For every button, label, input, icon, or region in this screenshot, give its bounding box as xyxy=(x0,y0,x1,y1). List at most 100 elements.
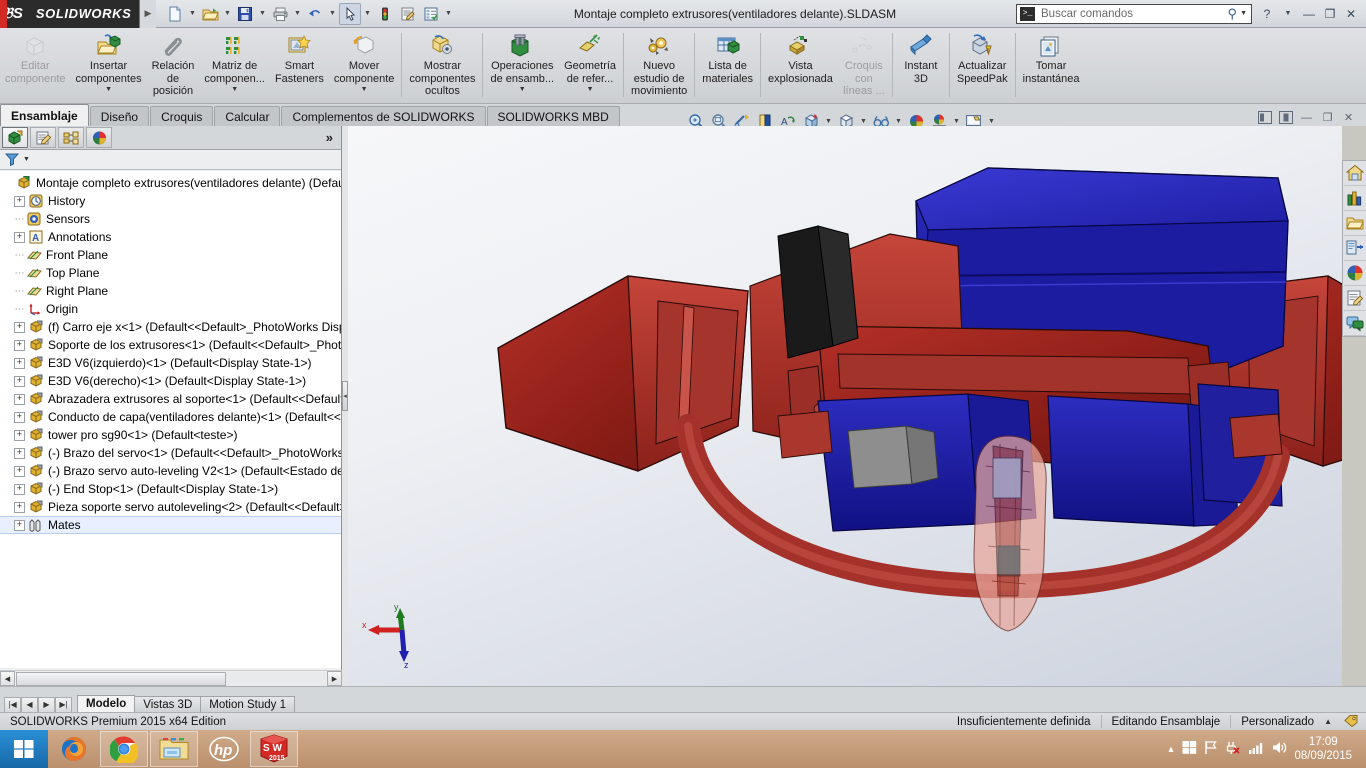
status-units-caret-icon[interactable]: ▲ xyxy=(1324,717,1344,726)
ribbon-button-exploded-view[interactable]: Vista explosionada xyxy=(763,28,838,104)
search-caret-icon[interactable]: ▼ xyxy=(1240,10,1247,17)
tile-left-icon[interactable] xyxy=(1257,110,1272,125)
part-cooling-fan[interactable] xyxy=(777,225,859,359)
rebuild-button[interactable] xyxy=(374,3,396,25)
feature-manager-expand-chevron[interactable]: » xyxy=(326,130,333,145)
command-tab-solidworks-mbd[interactable]: SOLIDWORKS MBD xyxy=(486,106,620,126)
tree-expand-icon[interactable]: + xyxy=(14,519,25,531)
document-minimize-icon[interactable]: — xyxy=(1299,110,1314,125)
ribbon-button-new-motion-study[interactable]: Nuevo estudio de movimiento xyxy=(626,28,692,104)
select-tool-button[interactable] xyxy=(339,2,361,25)
print-document-caret-icon[interactable]: ▼ xyxy=(292,3,303,25)
feature-tree-item[interactable]: + Pieza soporte servo autoleveling<2> (De… xyxy=(0,498,341,516)
part-autoleveling-probe[interactable] xyxy=(973,435,1047,632)
windows-start-icon[interactable] xyxy=(0,730,48,768)
new-document-button[interactable] xyxy=(164,3,186,25)
feature-tree-item[interactable]: + (f) Carro eje x<1> (Default<<Default>_P… xyxy=(0,318,341,336)
save-document-caret-icon[interactable]: ▼ xyxy=(257,3,268,25)
design-library-home-icon[interactable] xyxy=(1343,161,1366,186)
tree-expand-icon[interactable]: + xyxy=(14,393,25,405)
feature-tree-item[interactable]: + Mates xyxy=(0,516,341,534)
menu-expand-arrow-icon[interactable]: ▶ xyxy=(140,0,156,28)
tree-expand-icon[interactable]: + xyxy=(14,357,25,369)
print-document-button[interactable] xyxy=(269,3,291,25)
feature-tree-item[interactable]: + E3D V6(derecho)<1> (Default<Display Sta… xyxy=(0,372,341,390)
tree-expand-icon[interactable]: + xyxy=(14,321,25,333)
feature-tree-item[interactable]: + E3D V6(izquierdo)<1> (Default<Display S… xyxy=(0,354,341,372)
custom-properties-icon[interactable] xyxy=(1343,286,1366,311)
feature-tree-item[interactable]: + Abrazadera extrusores al soporte<1> (De… xyxy=(0,390,341,408)
ribbon-button-mate-paperclip[interactable]: Relación de posición xyxy=(147,28,200,104)
options-caret-icon[interactable]: ▼ xyxy=(443,3,454,25)
tree-expand-icon[interactable]: + xyxy=(14,339,25,351)
open-document-caret-icon[interactable]: ▼ xyxy=(222,3,233,25)
ribbon-button-move-component[interactable]: Mover componente ▼ xyxy=(329,28,400,104)
scroll-right-arrow-icon[interactable]: ▶ xyxy=(327,671,342,686)
ribbon-button-dropdown-caret-icon[interactable]: ▼ xyxy=(587,86,594,94)
solidworks-logo[interactable]: 𝔅S SOLIDWORKS xyxy=(0,0,140,28)
new-document-caret-icon[interactable]: ▼ xyxy=(187,3,198,25)
feature-tree-item[interactable]: + tower pro sg90<1> (Default<teste>) xyxy=(0,426,341,444)
part-servo-grey[interactable] xyxy=(847,425,939,489)
ribbon-button-instant3d[interactable]: Instant 3D xyxy=(895,28,947,104)
feature-tree-item[interactable]: + (-) Brazo servo auto-leveling V2<1> (De… xyxy=(0,462,341,480)
ribbon-button-update-speedpak[interactable]: ! Actualizar SpeedPak xyxy=(952,28,1013,104)
solidworks-forum-icon[interactable] xyxy=(1343,311,1366,336)
feature-tree-item[interactable]: ⋯ Sensors xyxy=(0,210,341,228)
feature-tree-item[interactable]: + A Annotations xyxy=(0,228,341,246)
command-tab-complementos-de-solidworks[interactable]: Complementos de SOLIDWORKS xyxy=(281,106,486,126)
command-tab-calcular[interactable]: Calcular xyxy=(214,106,281,126)
feature-tree-item[interactable]: + Conducto de capa(ventiladores delante)<… xyxy=(0,408,341,426)
file-explorer-icon[interactable] xyxy=(1343,211,1366,236)
ribbon-button-take-snapshot[interactable]: Tomar instantánea xyxy=(1018,28,1085,104)
firefox-icon[interactable] xyxy=(50,731,98,767)
feature-tree-item[interactable]: + History xyxy=(0,192,341,210)
action-center-flag-icon[interactable] xyxy=(1204,740,1218,758)
select-tool-caret-icon[interactable]: ▼ xyxy=(362,3,373,25)
signal-bars-icon[interactable] xyxy=(1248,740,1264,758)
scroll-left-arrow-icon[interactable]: ◀ xyxy=(0,671,15,686)
command-search-box[interactable]: >_ Buscar comandos ⚲ ▼ xyxy=(1016,3,1252,24)
help-question-icon[interactable]: ? xyxy=(1258,4,1276,24)
ribbon-button-assembly-features[interactable]: Operaciones de ensamb... ▼ xyxy=(485,28,559,104)
feature-tree-filter-bar[interactable]: ▼ xyxy=(0,150,341,170)
assembly-3d-model[interactable] xyxy=(488,126,1342,686)
tree-expand-icon[interactable]: + xyxy=(14,501,25,513)
tag-icon[interactable] xyxy=(1344,714,1366,730)
design-library-icon[interactable] xyxy=(1343,186,1366,211)
ribbon-button-reference-geometry[interactable]: Geometría de refer... ▼ xyxy=(559,28,621,104)
ribbon-button-dropdown-caret-icon[interactable]: ▼ xyxy=(231,86,238,94)
display-manager-tab[interactable] xyxy=(86,127,112,148)
close-icon[interactable]: ✕ xyxy=(1342,4,1360,24)
show-hidden-icons-icon[interactable]: ▲ xyxy=(1167,744,1176,754)
command-tab-dise-o[interactable]: Diseño xyxy=(89,106,150,126)
part-fan-duct-left[interactable] xyxy=(497,275,749,472)
search-magnifier-icon[interactable]: ⚲ xyxy=(1228,6,1238,22)
ribbon-button-bill-of-materials[interactable]: Lista de materiales xyxy=(697,28,758,104)
feature-tree-item[interactable]: ⋯ Origin xyxy=(0,300,341,318)
file-explorer-icon[interactable] xyxy=(150,731,198,767)
graphics-viewport[interactable]: x y z xyxy=(348,126,1342,686)
ribbon-button-dropdown-caret-icon[interactable]: ▼ xyxy=(105,86,112,94)
restore-icon[interactable]: ❐ xyxy=(1321,4,1339,24)
taskbar-clock[interactable]: 17:09 08/09/2015 xyxy=(1294,735,1358,763)
appearances-scenes-icon[interactable] xyxy=(1343,261,1366,286)
ribbon-button-show-hidden-components[interactable]: Mostrar componentes ocultos xyxy=(404,28,480,104)
save-document-button[interactable] xyxy=(234,3,256,25)
feature-tree-item[interactable]: + (-) End Stop<1> (Default<Display State-… xyxy=(0,480,341,498)
hp-icon[interactable]: hp xyxy=(200,731,248,767)
command-tab-ensamblaje[interactable]: Ensamblaje xyxy=(0,104,89,126)
document-close-icon[interactable]: ✕ xyxy=(1341,110,1356,125)
scroll-thumb[interactable] xyxy=(16,671,226,686)
tree-expand-icon[interactable]: + xyxy=(14,411,25,423)
volume-icon[interactable] xyxy=(1271,740,1287,758)
open-document-button[interactable] xyxy=(199,3,221,25)
ribbon-button-insert-components[interactable]: Insertar componentes ▼ xyxy=(71,28,147,104)
minimize-icon[interactable]: — xyxy=(1300,4,1318,24)
featuremanager-design-tree-tab[interactable] xyxy=(2,127,28,148)
feature-tree-item[interactable]: + (-) Brazo del servo<1> (Default<<Defaul… xyxy=(0,444,341,462)
scroll-track[interactable] xyxy=(16,671,326,686)
help-caret-icon[interactable]: ▼ xyxy=(1279,4,1297,24)
feature-tree-item[interactable]: + Soporte de los extrusores<1> (Default<<… xyxy=(0,336,341,354)
tree-expand-icon[interactable]: + xyxy=(14,429,25,441)
